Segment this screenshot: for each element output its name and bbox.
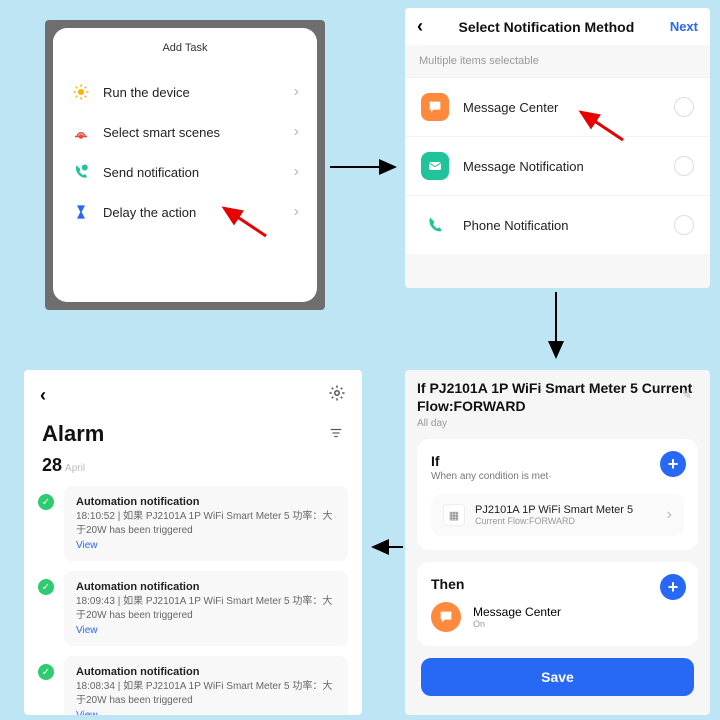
save-button[interactable]: Save: [421, 658, 694, 696]
panel-title: Select Notification Method: [431, 19, 662, 35]
add-task-title: Add Task: [53, 42, 317, 54]
notification-list: ✓ Automation notification 18:10:52 | 如果 …: [38, 486, 348, 715]
then-title: Then: [431, 576, 684, 592]
radio-icon[interactable]: [674, 215, 694, 235]
next-button[interactable]: Next: [670, 19, 698, 34]
add-task-panel: Add Task Run the device › Select smart s…: [45, 20, 325, 310]
radio-icon[interactable]: [674, 156, 694, 176]
schedule-label: All day: [417, 418, 698, 429]
speech-icon: [421, 93, 449, 121]
opt-message-notification[interactable]: Message Notification: [405, 136, 710, 195]
hourglass-icon: [71, 202, 91, 222]
device-icon: ▦: [443, 504, 465, 526]
mail-icon: [421, 152, 449, 180]
notification-card[interactable]: Automation notification 18:09:43 | 如果 PJ…: [64, 571, 348, 646]
back-icon[interactable]: ‹: [40, 385, 328, 406]
notification-card[interactable]: Automation notification 18:08:34 | 如果 PJ…: [64, 656, 348, 715]
opt-phone-notification[interactable]: Phone Notification: [405, 195, 710, 254]
check-icon: ✓: [38, 494, 54, 510]
phone-bubble-icon: [71, 162, 91, 182]
task-label: Select smart scenes: [103, 125, 282, 140]
chevron-right-icon: ›: [294, 123, 299, 141]
view-link[interactable]: View: [76, 710, 336, 715]
chevron-right-icon: ›: [294, 83, 299, 101]
gear-icon[interactable]: [328, 384, 346, 407]
option-label: Message Notification: [463, 159, 660, 174]
add-task-card: Add Task Run the device › Select smart s…: [53, 28, 317, 302]
notification-row: ✓ Automation notification 18:10:52 | 如果 …: [38, 486, 348, 561]
flow-arrow: [550, 292, 562, 372]
view-link[interactable]: View: [76, 625, 336, 636]
if-subtitle: When any condition is met·: [431, 471, 684, 482]
check-icon: ✓: [38, 579, 54, 595]
phone-icon: [421, 211, 449, 239]
condition-row[interactable]: ▦ PJ2101A 1P WiFi Smart Meter 5 Current …: [431, 494, 684, 536]
notification-body: 18:08:34 | 如果 PJ2101A 1P WiFi Smart Mete…: [76, 680, 336, 707]
notification-title: Automation notification: [76, 666, 336, 678]
if-title: If: [431, 453, 684, 469]
notification-title: Automation notification: [76, 496, 336, 508]
notification-body: 18:10:52 | 如果 PJ2101A 1P WiFi Smart Mete…: [76, 510, 336, 537]
task-label: Send notification: [103, 165, 282, 180]
edit-icon[interactable]: ✎: [682, 388, 692, 402]
speech-icon: [431, 602, 461, 632]
alarm-panel: ‹ Alarm 28April ✓ Automation notificatio…: [24, 370, 362, 715]
panel-header: ‹ Select Notification Method Next: [405, 8, 710, 45]
alarm-title: Alarm: [42, 421, 344, 447]
panel-subtitle: Multiple items selectable: [405, 45, 710, 77]
chevron-right-icon: ›: [667, 506, 672, 524]
add-condition-button[interactable]: +: [660, 451, 686, 477]
task-send-notification[interactable]: Send notification ›: [53, 152, 317, 192]
sunrise-icon: [71, 122, 91, 142]
action-sub: On: [473, 619, 561, 629]
notification-card[interactable]: Automation notification 18:10:52 | 如果 PJ…: [64, 486, 348, 561]
filter-icon[interactable]: [328, 426, 344, 443]
red-pointer-arrow: [575, 108, 625, 147]
panel-top-bar: ‹: [38, 380, 348, 411]
notification-body: 18:09:43 | 如果 PJ2101A 1P WiFi Smart Mete…: [76, 595, 336, 622]
if-card: If When any condition is met· + ▦ PJ2101…: [417, 439, 698, 550]
then-card: Then + Message Center On: [417, 562, 698, 646]
date-label: 28April: [42, 455, 344, 476]
radio-icon[interactable]: [674, 97, 694, 117]
task-label: Run the device: [103, 85, 282, 100]
back-icon[interactable]: ‹: [417, 16, 423, 37]
view-link[interactable]: View: [76, 540, 336, 551]
rule-title: If PJ2101A 1P WiFi Smart Meter 5 Current…: [417, 380, 698, 415]
action-name: Message Center: [473, 605, 561, 619]
task-delay-action[interactable]: Delay the action ›: [53, 192, 317, 232]
notification-title: Automation notification: [76, 581, 336, 593]
task-run-device[interactable]: Run the device ›: [53, 72, 317, 112]
option-label: Phone Notification: [463, 218, 660, 233]
sun-icon: [71, 82, 91, 102]
option-label: Message Center: [463, 100, 660, 115]
flow-arrow: [330, 160, 405, 178]
action-row[interactable]: Message Center On: [431, 602, 684, 632]
red-pointer-arrow: [218, 204, 268, 243]
automation-rule-panel: If PJ2101A 1P WiFi Smart Meter 5 Current…: [405, 370, 710, 715]
select-notification-panel: ‹ Select Notification Method Next Multip…: [405, 8, 710, 288]
condition-name: PJ2101A 1P WiFi Smart Meter 5: [475, 504, 657, 516]
condition-desc: Current Flow:FORWARD: [475, 516, 657, 526]
task-smart-scenes[interactable]: Select smart scenes ›: [53, 112, 317, 152]
notification-row: ✓ Automation notification 18:09:43 | 如果 …: [38, 571, 348, 646]
flow-arrow: [365, 540, 405, 558]
opt-message-center[interactable]: Message Center: [405, 77, 710, 136]
check-icon: ✓: [38, 664, 54, 680]
add-action-button[interactable]: +: [660, 574, 686, 600]
chevron-right-icon: ›: [294, 203, 299, 221]
notification-row: ✓ Automation notification 18:08:34 | 如果 …: [38, 656, 348, 715]
chevron-right-icon: ›: [294, 163, 299, 181]
